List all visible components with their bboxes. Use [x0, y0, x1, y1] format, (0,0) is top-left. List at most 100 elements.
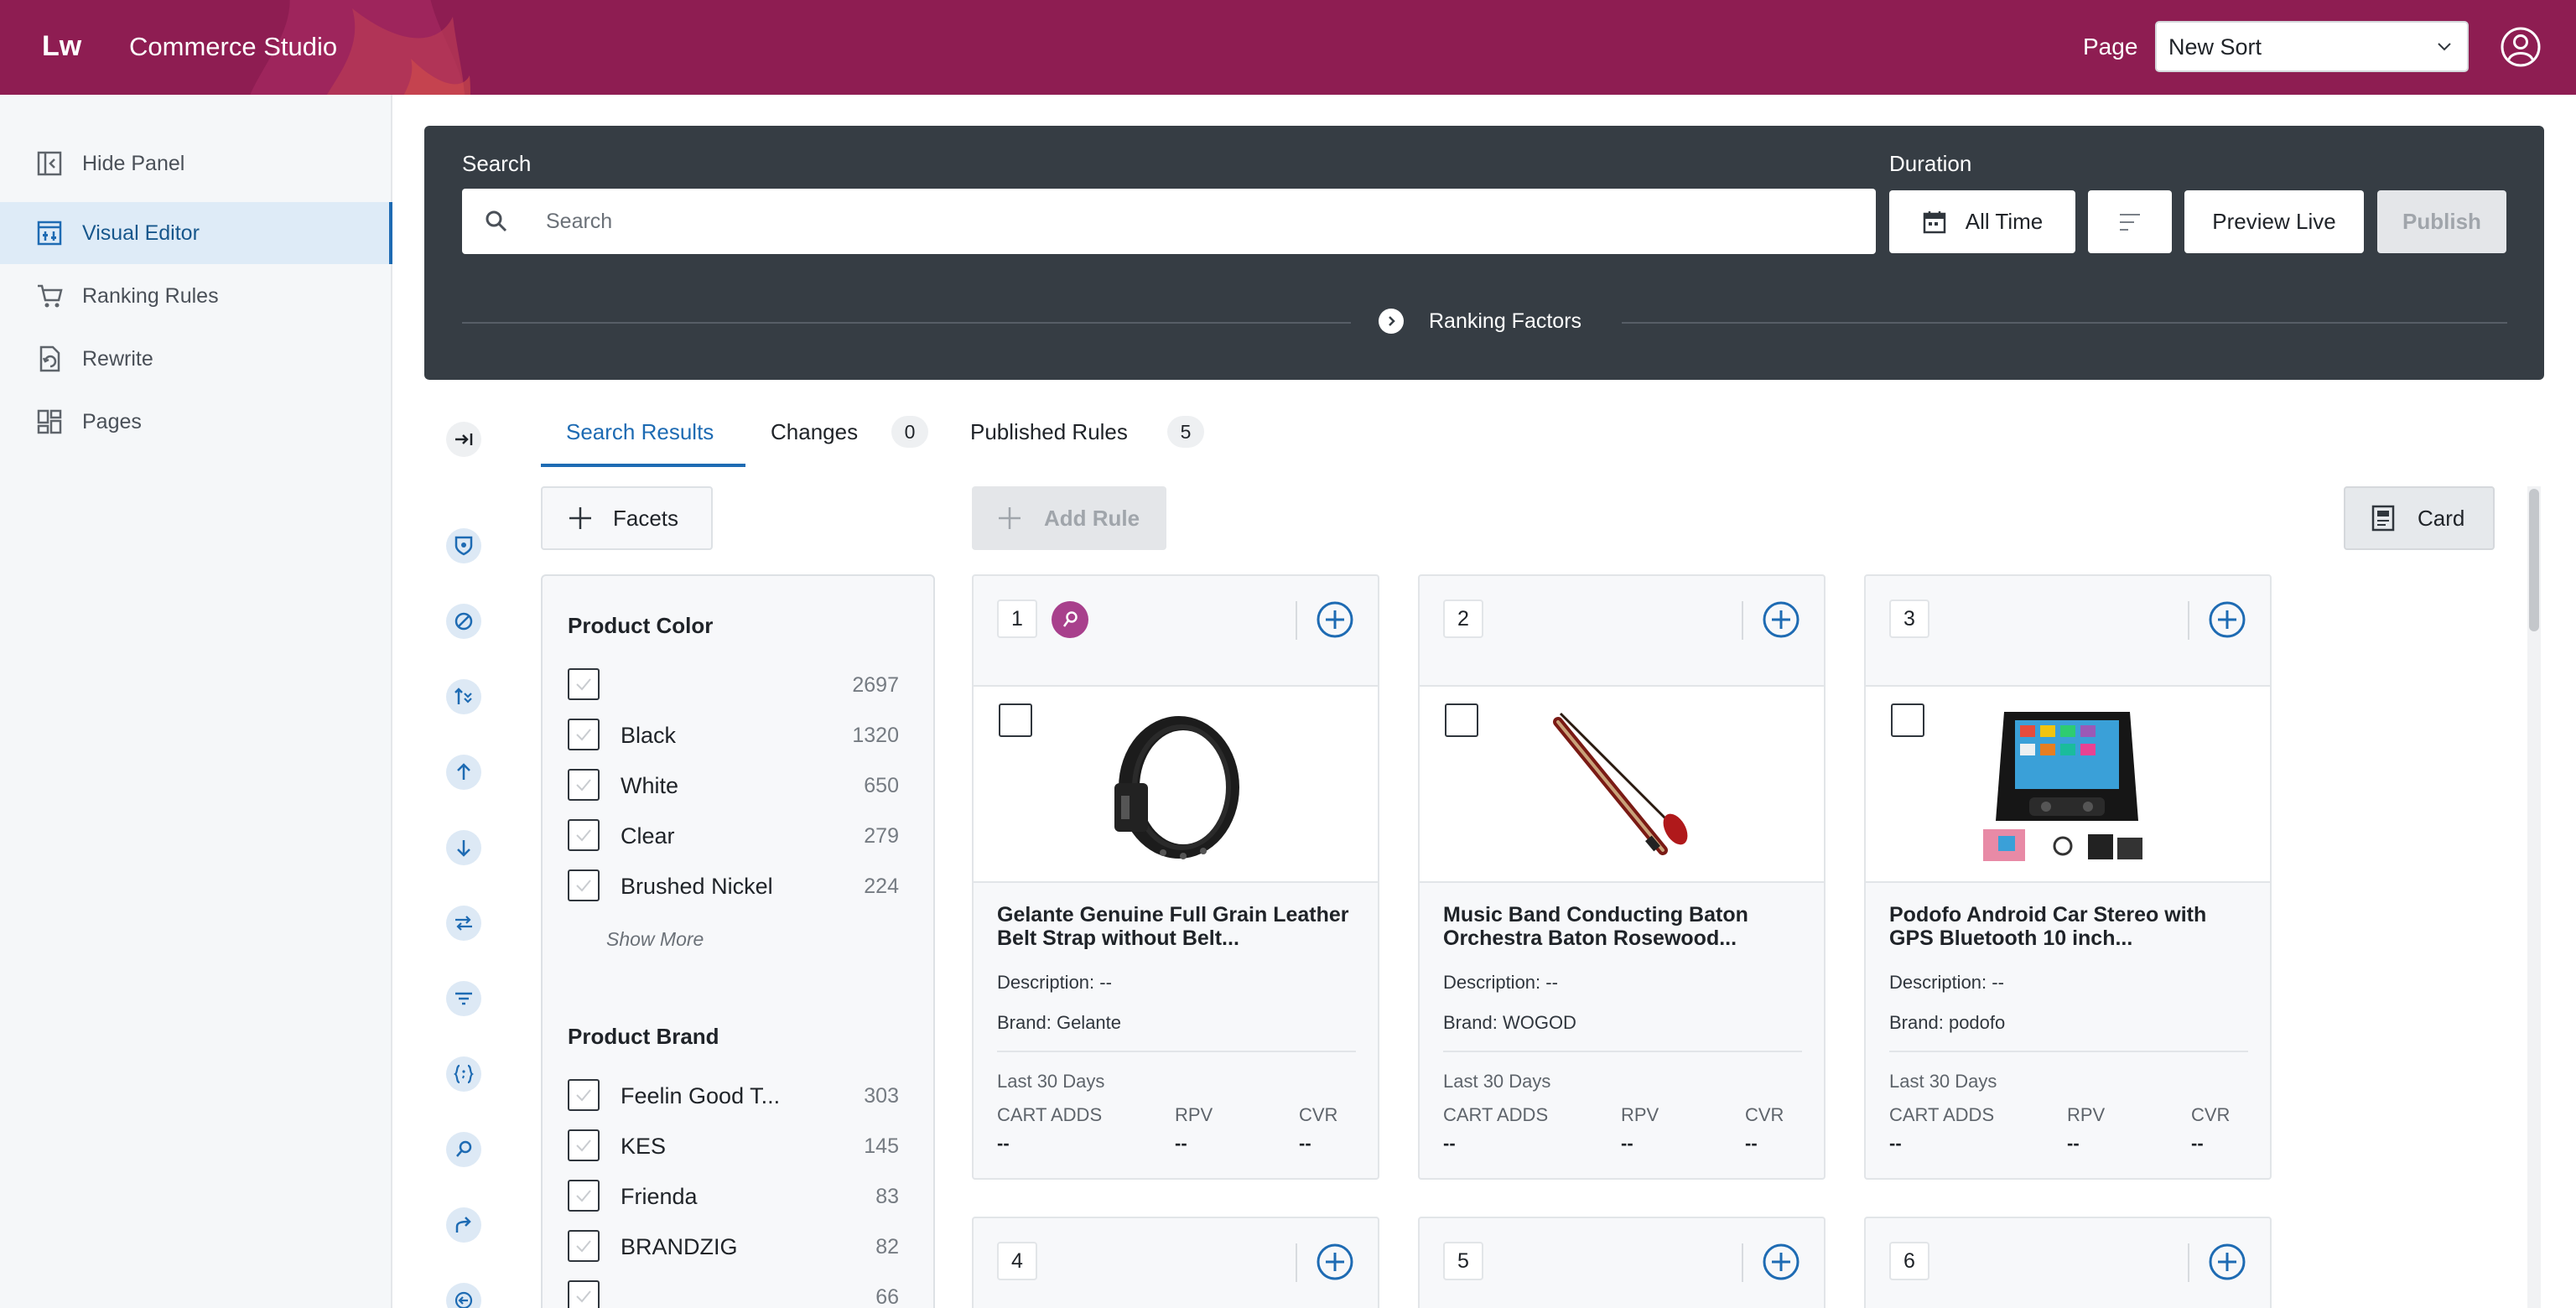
sidebar-item-visual-editor[interactable]: Visual Editor: [0, 202, 392, 264]
facet-checkbox[interactable]: [568, 869, 600, 901]
facet-option[interactable]: 66: [568, 1280, 899, 1308]
app-logo[interactable]: Lw: [42, 30, 81, 63]
checkmark-icon: [576, 880, 591, 892]
checkmark-icon: [576, 1139, 591, 1152]
swap-rule-tool[interactable]: [446, 906, 481, 941]
product-title[interactable]: Podofo Android Car Stereo with GPS Bluet…: [1889, 903, 2250, 950]
facet-option-count: 83: [875, 1185, 899, 1208]
sidebar-item-rewrite[interactable]: Rewrite: [0, 328, 392, 390]
preview-live-button[interactable]: Preview Live: [2184, 190, 2364, 253]
product-image-baton: [1553, 712, 1688, 855]
facet-checkbox[interactable]: [568, 769, 600, 801]
product-select-checkbox[interactable]: [1445, 703, 1478, 737]
back-tool[interactable]: [446, 1283, 481, 1308]
block-icon: [454, 612, 473, 631]
product-card[interactable]: 3 Podofo Android Car Stereo with GPS Blu…: [1864, 574, 2272, 1180]
hide-panel-button[interactable]: Hide Panel: [0, 132, 392, 195]
product-title[interactable]: Gelante Genuine Full Grain Leather Belt …: [997, 903, 1358, 950]
rank-number: 6: [1889, 1242, 1929, 1280]
sort-rule-tool[interactable]: [446, 679, 481, 714]
tab-changes[interactable]: Changes: [771, 419, 858, 445]
checkmark-icon: [576, 729, 591, 741]
ranking-factors-toggle[interactable]: Ranking Factors: [1379, 309, 1581, 334]
page-select[interactable]: New Sort: [2155, 21, 2469, 72]
facets-button[interactable]: Facets: [541, 486, 713, 550]
product-image-area: [1420, 685, 1824, 883]
divider: [1296, 601, 1297, 640]
facet-option[interactable]: KES 145: [568, 1129, 899, 1163]
rank-number: 2: [1443, 600, 1483, 638]
search-box[interactable]: [462, 189, 1876, 254]
divider: [2188, 1243, 2189, 1282]
scrollbar-thumb[interactable]: [2529, 489, 2539, 631]
add-rule-button[interactable]: Add Rule: [972, 486, 1166, 550]
metrics-period: Last 30 Days: [1443, 1071, 1551, 1092]
facet-option[interactable]: Feelin Good T... 303: [568, 1079, 899, 1113]
sidebar-item-ranking-rules[interactable]: Ranking Rules: [0, 265, 392, 327]
collapse-facets-button[interactable]: [446, 422, 481, 457]
pin-rule-tool[interactable]: [446, 528, 481, 563]
facet-option[interactable]: Clear 279: [568, 819, 899, 853]
facet-checkbox[interactable]: [568, 1280, 600, 1308]
search-pin-tool[interactable]: [446, 1132, 481, 1167]
search-input[interactable]: [546, 204, 1854, 239]
duration-button[interactable]: All Time: [1889, 190, 2075, 253]
facet-option[interactable]: White 650: [568, 769, 899, 802]
product-card[interactable]: 2 Music Band Conducting Baton Orchestra …: [1418, 574, 1826, 1180]
rank-number: 5: [1443, 1242, 1483, 1280]
product-card[interactable]: 4: [972, 1217, 1379, 1308]
metric-label: RPV: [2067, 1104, 2106, 1125]
facet-checkbox[interactable]: [568, 1180, 600, 1212]
checkmark-icon: [576, 1290, 591, 1303]
facet-option[interactable]: 2697: [568, 668, 899, 702]
facet-option-name: Frienda: [621, 1184, 698, 1209]
block-rule-tool[interactable]: [446, 604, 481, 639]
product-image-area: [974, 685, 1378, 883]
product-card[interactable]: 1 Gelante Genuine Full Grain Leather Bel…: [972, 574, 1379, 1180]
boost-rule-tool[interactable]: [446, 755, 481, 790]
add-circle-icon[interactable]: [2207, 1242, 2247, 1282]
product-select-checkbox[interactable]: [1891, 703, 1924, 737]
rank-number: 4: [997, 1242, 1037, 1280]
sidebar-item-label: Pages: [82, 409, 142, 433]
facet-option-name: Black: [621, 723, 677, 748]
product-title[interactable]: Music Band Conducting Baton Orchestra Ba…: [1443, 903, 1804, 950]
tab-published-rules[interactable]: Published Rules: [970, 419, 1128, 445]
add-circle-icon[interactable]: [1761, 1242, 1801, 1282]
facet-option[interactable]: Brushed Nickel 224: [568, 869, 899, 903]
add-circle-icon[interactable]: [2207, 600, 2247, 640]
facet-checkbox[interactable]: [568, 1129, 600, 1161]
user-account-icon[interactable]: [2500, 26, 2542, 68]
tab-search-results[interactable]: Search Results: [566, 419, 714, 445]
checkmark-icon: [576, 829, 591, 842]
add-circle-icon[interactable]: [1315, 600, 1355, 640]
facet-option[interactable]: Frienda 83: [568, 1180, 899, 1213]
product-card[interactable]: 6: [1864, 1217, 2272, 1308]
facet-checkbox[interactable]: [568, 1230, 600, 1262]
publish-button[interactable]: Publish: [2377, 190, 2506, 253]
redirect-tool[interactable]: [446, 1207, 481, 1243]
visual-editor-icon: [37, 221, 62, 246]
pinned-search-icon[interactable]: [1052, 601, 1088, 638]
card-view-button[interactable]: Card: [2344, 486, 2495, 550]
facet-option[interactable]: Black 1320: [568, 719, 899, 752]
facet-checkbox[interactable]: [568, 1079, 600, 1111]
add-circle-icon[interactable]: [1315, 1242, 1355, 1282]
filter-rule-tool[interactable]: [446, 981, 481, 1016]
checkmark-icon: [576, 678, 591, 691]
pages-icon: [37, 409, 62, 434]
code-rule-tool[interactable]: [446, 1056, 481, 1092]
facet-checkbox[interactable]: [568, 668, 600, 700]
add-circle-icon[interactable]: [1761, 600, 1801, 640]
facet-option[interactable]: BRANDZIG 82: [568, 1230, 899, 1264]
bury-rule-tool[interactable]: [446, 830, 481, 865]
sort-options-button[interactable]: [2088, 190, 2172, 253]
facet-checkbox[interactable]: [568, 819, 600, 851]
product-card[interactable]: 5: [1418, 1217, 1826, 1308]
swap-icon: [455, 916, 472, 931]
facet-checkbox[interactable]: [568, 719, 600, 750]
show-more-link[interactable]: Show More: [606, 928, 704, 951]
sidebar-item-pages[interactable]: Pages: [0, 391, 392, 453]
product-select-checkbox[interactable]: [999, 703, 1032, 737]
sidebar-item-label: Visual Editor: [82, 221, 200, 245]
